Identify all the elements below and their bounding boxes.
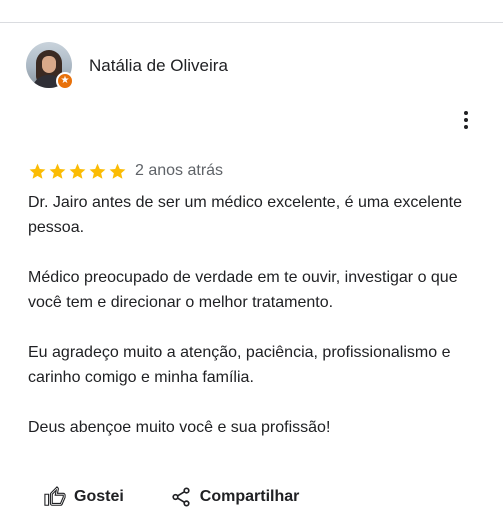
star-icon	[89, 163, 106, 179]
review-card: ★ Natália de Oliveira 2 anos atrás Dr. J…	[0, 0, 503, 531]
reviewer-name[interactable]: Natália de Oliveira	[89, 56, 228, 76]
review-actions: Gostei Compartilhar	[44, 486, 299, 508]
star-icon	[69, 163, 86, 179]
like-label: Gostei	[74, 488, 124, 505]
review-text: Dr. Jairo antes de ser um médico excelen…	[28, 190, 488, 440]
rating-row: 2 anos atrás	[28, 161, 223, 181]
star-icon	[109, 163, 126, 179]
star-rating	[28, 162, 127, 181]
review-paragraph: Dr. Jairo antes de ser um médico excelen…	[28, 194, 462, 236]
review-paragraph: Eu agradeço muito a atenção, paciência, …	[28, 344, 451, 386]
review-paragraph: Médico preocupado de verdade em te ouvir…	[28, 269, 458, 311]
star-icon	[29, 163, 46, 179]
local-guide-badge-icon: ★	[56, 72, 74, 90]
more-vert-icon	[464, 111, 468, 115]
thumb-up-icon	[44, 486, 66, 506]
share-label: Compartilhar	[199, 488, 300, 505]
share-icon	[172, 487, 190, 507]
reviewer-avatar[interactable]: ★	[26, 42, 74, 90]
review-paragraph: Deus abençoe muito você e sua profissão!	[28, 419, 331, 436]
star-icon	[49, 163, 66, 179]
like-button[interactable]: Gostei	[44, 486, 124, 508]
review-date: 2 anos atrás	[135, 162, 224, 179]
top-divider	[0, 22, 503, 23]
share-button[interactable]: Compartilhar	[170, 486, 300, 508]
more-options-button[interactable]	[454, 108, 478, 132]
